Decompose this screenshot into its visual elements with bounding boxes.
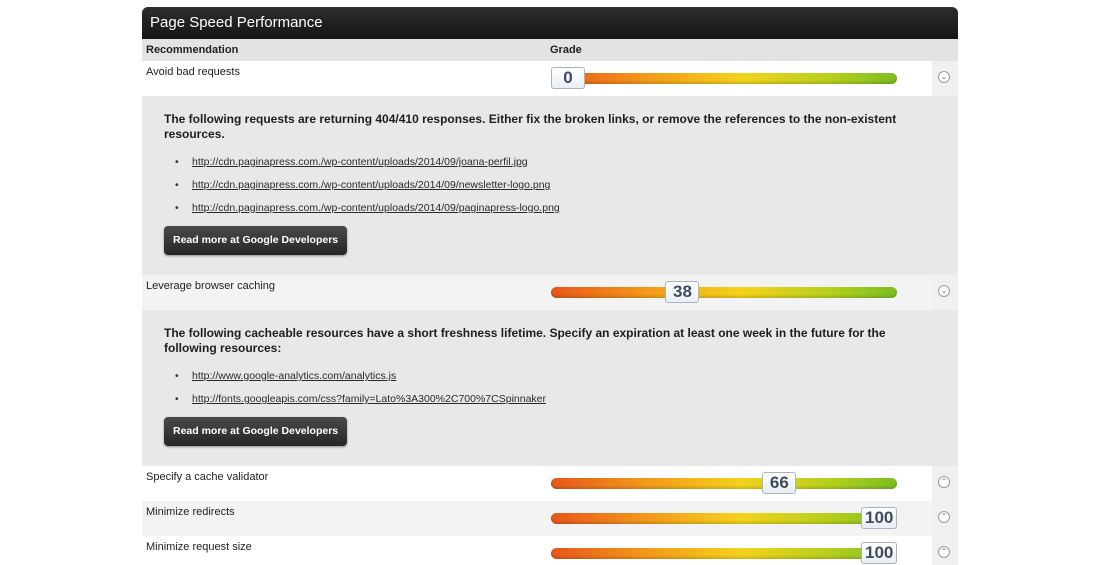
panel-title: Page Speed Performance — [142, 7, 958, 39]
details-heading: The following requests are returning 404… — [164, 112, 897, 141]
resource-link[interactable]: http://cdn.paginapress.com./wp-content/u… — [192, 202, 560, 214]
grade-bar — [551, 513, 897, 524]
grade-value: 100 — [861, 542, 898, 564]
recommendation-label: Avoid bad requests — [146, 66, 240, 78]
chevron-up-icon[interactable]: ⌃ — [938, 476, 950, 488]
recommendation-row[interactable]: Avoid bad requests 0 ⌄ — [142, 61, 958, 96]
read-more-button[interactable]: Read more at Google Developers — [164, 417, 348, 446]
grade-bar — [551, 548, 897, 559]
recommendation-label: Specify a cache validator — [146, 471, 269, 483]
chevron-up-icon[interactable]: ⌃ — [938, 511, 950, 523]
row-toggle-cell[interactable]: ⌄ — [932, 61, 958, 96]
grade-column-header: Grade — [550, 44, 582, 56]
recommendation-label: Minimize request size — [146, 541, 252, 553]
recommendation-row[interactable]: Minimize request size 100 ⌃ — [142, 536, 958, 565]
recommendation-label: Minimize redirects — [146, 506, 235, 518]
resource-link[interactable]: http://www.google-analytics.com/analytic… — [192, 370, 396, 382]
resource-link[interactable]: http://cdn.paginapress.com./wp-content/u… — [192, 179, 550, 191]
list-item: http://cdn.paginapress.com./wp-content/u… — [175, 156, 912, 168]
recommendation-column-header: Recommendation — [146, 44, 239, 56]
column-header-row: Recommendation Grade — [142, 39, 958, 61]
page-speed-panel: Page Speed Performance Recommendation Gr… — [142, 7, 958, 565]
recommendation-row[interactable]: Minimize redirects 100 ⌃ — [142, 501, 958, 536]
grade-value: 66 — [762, 472, 797, 494]
row-toggle-cell[interactable]: ⌃ — [932, 536, 958, 565]
list-item: http://fonts.googleapis.com/css?family=L… — [175, 393, 912, 405]
grade-bar — [551, 73, 897, 84]
recommendation-details: The following requests are returning 404… — [142, 96, 958, 275]
list-item: http://www.google-analytics.com/analytic… — [175, 370, 912, 382]
grade-bar — [551, 287, 897, 298]
read-more-button[interactable]: Read more at Google Developers — [164, 226, 348, 255]
resource-list: http://www.google-analytics.com/analytic… — [164, 370, 912, 405]
recommendation-row[interactable]: Leverage browser caching 38 ⌄ — [142, 275, 958, 310]
resource-link[interactable]: http://cdn.paginapress.com./wp-content/u… — [192, 156, 528, 168]
list-item: http://cdn.paginapress.com./wp-content/u… — [175, 179, 912, 191]
list-item: http://cdn.paginapress.com./wp-content/u… — [175, 202, 912, 214]
grade-value: 100 — [861, 507, 898, 529]
recommendation-label: Leverage browser caching — [146, 280, 276, 292]
chevron-up-icon[interactable]: ⌃ — [938, 546, 950, 558]
recommendation-row[interactable]: Specify a cache validator 66 ⌃ — [142, 466, 958, 501]
row-toggle-cell[interactable]: ⌃ — [932, 501, 958, 536]
row-toggle-cell[interactable]: ⌄ — [932, 275, 958, 310]
grade-bar — [551, 478, 897, 489]
recommendation-details: The following cacheable resources have a… — [142, 310, 958, 466]
row-toggle-cell[interactable]: ⌃ — [932, 466, 958, 501]
chevron-down-icon[interactable]: ⌄ — [938, 285, 950, 297]
details-heading: The following cacheable resources have a… — [164, 326, 886, 355]
resource-link[interactable]: http://fonts.googleapis.com/css?family=L… — [192, 393, 546, 405]
grade-value: 38 — [665, 281, 700, 303]
resource-list: http://cdn.paginapress.com./wp-content/u… — [164, 156, 912, 214]
chevron-down-icon[interactable]: ⌄ — [938, 71, 950, 83]
grade-value: 0 — [551, 67, 585, 89]
